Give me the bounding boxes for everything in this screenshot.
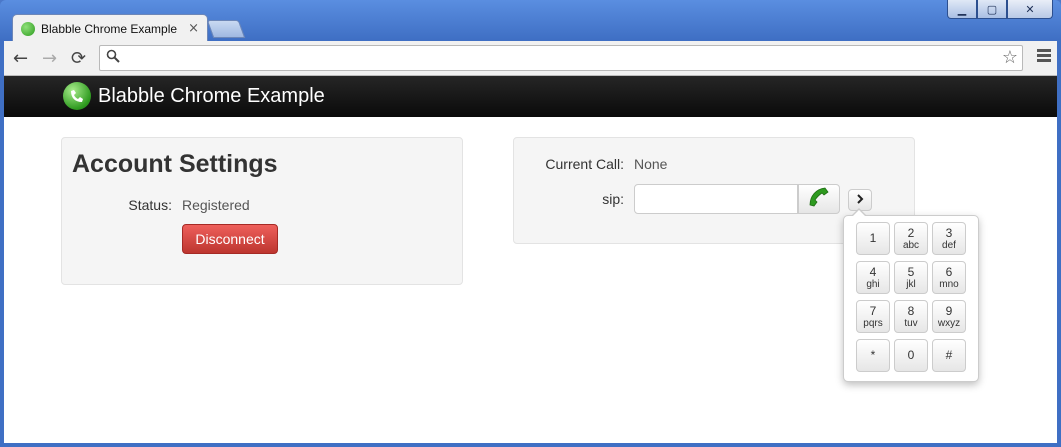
chevron-right-icon — [855, 191, 865, 209]
current-call-label: Current Call: — [545, 156, 624, 172]
dialpad-key-5[interactable]: 5 jkl — [894, 261, 928, 294]
tab-close-icon[interactable]: × — [188, 21, 199, 36]
bookmark-star-icon[interactable]: ☆ — [1002, 47, 1018, 68]
navbar: Blabble Chrome Example — [4, 76, 1057, 117]
dialpad-key-8[interactable]: 8 tuv — [894, 300, 928, 333]
phone-call-icon — [808, 186, 830, 213]
minimize-button[interactable]: ▁ — [947, 0, 977, 19]
close-window-button[interactable]: ✕ — [1007, 0, 1053, 19]
search-icon — [106, 49, 120, 67]
maximize-button[interactable]: ▢ — [977, 0, 1007, 19]
brand-title[interactable]: Blabble Chrome Example — [98, 85, 325, 108]
web-page: Blabble Chrome Example Account Settings … — [4, 76, 1057, 443]
dialpad-key-1[interactable]: 1 — [856, 222, 890, 255]
dialpad-key-3[interactable]: 3 def — [932, 222, 966, 255]
status-value: Registered — [182, 197, 250, 213]
dialpad-key-star[interactable]: * — [856, 339, 890, 372]
phone-logo-icon — [63, 82, 91, 110]
menu-icon[interactable] — [1037, 49, 1051, 64]
address-bar[interactable]: ☆ — [99, 45, 1023, 71]
disconnect-button[interactable]: Disconnect — [182, 224, 278, 254]
status-label: Status: — [128, 197, 172, 213]
dialpad-key-2[interactable]: 2 abc — [894, 222, 928, 255]
back-icon[interactable]: ← — [13, 48, 28, 69]
dialpad-key-9[interactable]: 9 wxyz — [932, 300, 966, 333]
phone-favicon-icon — [21, 21, 35, 36]
call-button[interactable] — [798, 184, 840, 214]
new-tab-button[interactable] — [206, 20, 246, 38]
browser-tab[interactable]: Blabble Chrome Example × — [12, 14, 208, 42]
reload-icon[interactable]: ⟳ — [71, 48, 86, 69]
dialpad-key-6[interactable]: 6 mno — [932, 261, 966, 294]
tab-title: Blabble Chrome Example — [41, 21, 178, 36]
dialpad-key-4[interactable]: 4 ghi — [856, 261, 890, 294]
sip-input[interactable] — [634, 184, 798, 214]
dialpad-key-7[interactable]: 7 pqrs — [856, 300, 890, 333]
sip-label: sip: — [602, 191, 624, 207]
account-settings-panel: Account Settings Status: Registered Disc… — [61, 137, 463, 285]
address-input[interactable] — [128, 49, 992, 69]
forward-icon[interactable]: → — [42, 48, 57, 69]
window-controls: ▁ ▢ ✕ — [947, 0, 1053, 19]
browser-toolbar: ← → ⟳ ☆ — [4, 41, 1057, 76]
dialpad-popover: 1 2 abc 3 def 4 ghi 5 jkl 6 mno 7 pqrs 8 tuv 9w… — [843, 208, 979, 382]
browser-window: ▁ ▢ ✕ Blabble Chrome Example × ← → ⟳ ☆ B… — [0, 0, 1061, 447]
dialpad-key-0[interactable]: 0 — [894, 339, 928, 372]
dialpad-key-hash[interactable]: # — [932, 339, 966, 372]
current-call-value: None — [634, 156, 668, 172]
account-settings-title: Account Settings — [72, 150, 278, 178]
